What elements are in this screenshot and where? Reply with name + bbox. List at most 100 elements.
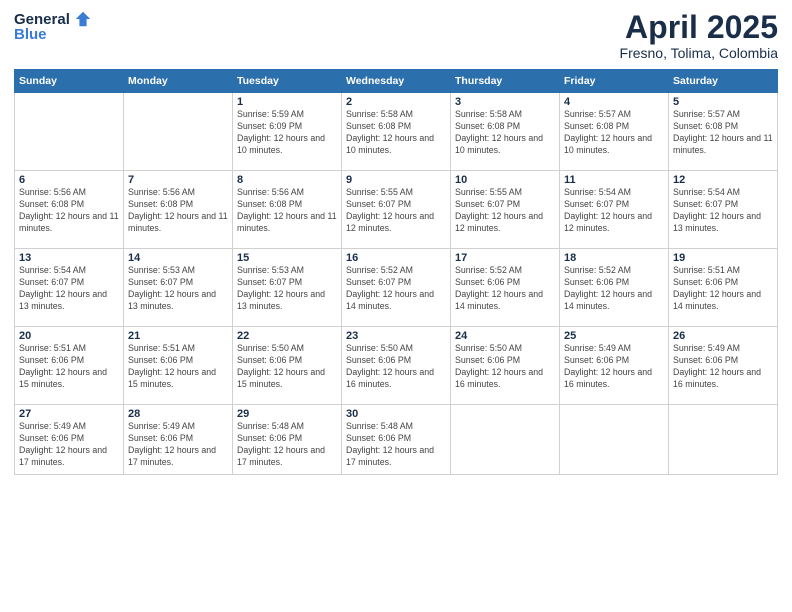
- day-number: 28: [128, 408, 228, 420]
- calendar-cell: 5Sunrise: 5:57 AMSunset: 6:08 PMDaylight…: [669, 93, 778, 171]
- calendar-cell: [124, 93, 233, 171]
- day-number: 3: [455, 96, 555, 108]
- subtitle: Fresno, Tolima, Colombia: [620, 45, 778, 61]
- page: General Blue April 2025 Fresno, Tolima, …: [0, 0, 792, 612]
- day-number: 18: [564, 252, 664, 264]
- calendar-cell: [560, 405, 669, 475]
- day-number: 13: [19, 252, 119, 264]
- header-cell-thursday: Thursday: [451, 70, 560, 93]
- calendar-cell: [15, 93, 124, 171]
- day-info: Sunrise: 5:57 AMSunset: 6:08 PMDaylight:…: [673, 109, 773, 157]
- day-number: 29: [237, 408, 337, 420]
- day-info: Sunrise: 5:48 AMSunset: 6:06 PMDaylight:…: [346, 421, 446, 469]
- calendar-cell: 4Sunrise: 5:57 AMSunset: 6:08 PMDaylight…: [560, 93, 669, 171]
- calendar-cell: 9Sunrise: 5:55 AMSunset: 6:07 PMDaylight…: [342, 171, 451, 249]
- day-info: Sunrise: 5:49 AMSunset: 6:06 PMDaylight:…: [564, 343, 664, 391]
- logo-icon: [74, 10, 92, 28]
- day-info: Sunrise: 5:53 AMSunset: 6:07 PMDaylight:…: [237, 265, 337, 313]
- day-number: 24: [455, 330, 555, 342]
- calendar-cell: 17Sunrise: 5:52 AMSunset: 6:06 PMDayligh…: [451, 249, 560, 327]
- header-cell-tuesday: Tuesday: [233, 70, 342, 93]
- day-info: Sunrise: 5:48 AMSunset: 6:06 PMDaylight:…: [237, 421, 337, 469]
- logo-blue: Blue: [14, 26, 47, 43]
- calendar-cell: 27Sunrise: 5:49 AMSunset: 6:06 PMDayligh…: [15, 405, 124, 475]
- day-number: 12: [673, 174, 773, 186]
- calendar-week-5: 27Sunrise: 5:49 AMSunset: 6:06 PMDayligh…: [15, 405, 778, 475]
- day-info: Sunrise: 5:50 AMSunset: 6:06 PMDaylight:…: [346, 343, 446, 391]
- day-number: 1: [237, 96, 337, 108]
- day-info: Sunrise: 5:58 AMSunset: 6:08 PMDaylight:…: [455, 109, 555, 157]
- calendar-cell: 22Sunrise: 5:50 AMSunset: 6:06 PMDayligh…: [233, 327, 342, 405]
- calendar-cell: 25Sunrise: 5:49 AMSunset: 6:06 PMDayligh…: [560, 327, 669, 405]
- calendar-cell: 28Sunrise: 5:49 AMSunset: 6:06 PMDayligh…: [124, 405, 233, 475]
- day-number: 23: [346, 330, 446, 342]
- calendar-cell: 21Sunrise: 5:51 AMSunset: 6:06 PMDayligh…: [124, 327, 233, 405]
- day-number: 5: [673, 96, 773, 108]
- day-number: 2: [346, 96, 446, 108]
- day-number: 20: [19, 330, 119, 342]
- calendar-week-1: 1Sunrise: 5:59 AMSunset: 6:09 PMDaylight…: [15, 93, 778, 171]
- day-info: Sunrise: 5:51 AMSunset: 6:06 PMDaylight:…: [128, 343, 228, 391]
- logo-area: General Blue: [14, 10, 92, 44]
- calendar-cell: 23Sunrise: 5:50 AMSunset: 6:06 PMDayligh…: [342, 327, 451, 405]
- day-number: 11: [564, 174, 664, 186]
- calendar-cell: 14Sunrise: 5:53 AMSunset: 6:07 PMDayligh…: [124, 249, 233, 327]
- header-cell-saturday: Saturday: [669, 70, 778, 93]
- calendar-cell: 7Sunrise: 5:56 AMSunset: 6:08 PMDaylight…: [124, 171, 233, 249]
- calendar-cell: 20Sunrise: 5:51 AMSunset: 6:06 PMDayligh…: [15, 327, 124, 405]
- day-number: 8: [237, 174, 337, 186]
- day-number: 4: [564, 96, 664, 108]
- day-info: Sunrise: 5:50 AMSunset: 6:06 PMDaylight:…: [455, 343, 555, 391]
- day-info: Sunrise: 5:55 AMSunset: 6:07 PMDaylight:…: [455, 187, 555, 235]
- day-info: Sunrise: 5:55 AMSunset: 6:07 PMDaylight:…: [346, 187, 446, 235]
- calendar-header-row: SundayMondayTuesdayWednesdayThursdayFrid…: [15, 70, 778, 93]
- day-number: 17: [455, 252, 555, 264]
- calendar-cell: [669, 405, 778, 475]
- day-info: Sunrise: 5:57 AMSunset: 6:08 PMDaylight:…: [564, 109, 664, 157]
- day-info: Sunrise: 5:53 AMSunset: 6:07 PMDaylight:…: [128, 265, 228, 313]
- calendar-week-4: 20 Sunrise: 5:51 AMSunset: 6:06 PMDayligh…: [15, 327, 778, 405]
- calendar-cell: 19Sunrise: 5:51 AMSunset: 6:06 PMDayligh…: [669, 249, 778, 327]
- calendar-table: SundayMondayTuesdayWednesdayThursdayFrid…: [14, 69, 778, 475]
- header-cell-sunday: Sunday: [15, 70, 124, 93]
- day-number: 15: [237, 252, 337, 264]
- day-info: Sunrise: 5:54 AMSunset: 6:07 PMDaylight:…: [673, 187, 773, 235]
- day-info: Sunrise: 5:52 AMSunset: 6:06 PMDaylight:…: [455, 265, 555, 313]
- calendar-cell: 24Sunrise: 5:50 AMSunset: 6:06 PMDayligh…: [451, 327, 560, 405]
- calendar-cell: 11Sunrise: 5:54 AMSunset: 6:07 PMDayligh…: [560, 171, 669, 249]
- day-number: 21: [128, 330, 228, 342]
- day-number: 6: [19, 174, 119, 186]
- title-area: April 2025 Fresno, Tolima, Colombia: [620, 10, 778, 61]
- day-info: Sunrise: 5:49 AMSunset: 6:06 PMDaylight:…: [19, 421, 119, 469]
- header: General Blue April 2025 Fresno, Tolima, …: [14, 10, 778, 61]
- calendar-cell: 10Sunrise: 5:55 AMSunset: 6:07 PMDayligh…: [451, 171, 560, 249]
- day-info: Sunrise: 5:56 AMSunset: 6:08 PMDaylight:…: [128, 187, 228, 235]
- day-info: Sunrise: 5:52 AMSunset: 6:06 PMDaylight:…: [564, 265, 664, 313]
- day-info: Sunrise: 5:59 AMSunset: 6:09 PMDaylight:…: [237, 109, 337, 157]
- day-number: 30: [346, 408, 446, 420]
- day-info: Sunrise: 5:52 AMSunset: 6:07 PMDaylight:…: [346, 265, 446, 313]
- day-number: 27: [19, 408, 119, 420]
- header-cell-wednesday: Wednesday: [342, 70, 451, 93]
- day-info: Sunrise: 5:58 AMSunset: 6:08 PMDaylight:…: [346, 109, 446, 157]
- day-number: 22: [237, 330, 337, 342]
- calendar-cell: 26Sunrise: 5:49 AMSunset: 6:06 PMDayligh…: [669, 327, 778, 405]
- calendar-cell: 12Sunrise: 5:54 AMSunset: 6:07 PMDayligh…: [669, 171, 778, 249]
- logo-general: General: [14, 11, 70, 28]
- day-number: 16: [346, 252, 446, 264]
- calendar-cell: 8Sunrise: 5:56 AMSunset: 6:08 PMDaylight…: [233, 171, 342, 249]
- calendar-cell: 30Sunrise: 5:48 AMSunset: 6:06 PMDayligh…: [342, 405, 451, 475]
- header-cell-friday: Friday: [560, 70, 669, 93]
- day-number: 10: [455, 174, 555, 186]
- day-info: Sunrise: 5:49 AMSunset: 6:06 PMDaylight:…: [128, 421, 228, 469]
- day-info: Sunrise: 5:56 AMSunset: 6:08 PMDaylight:…: [19, 187, 119, 235]
- calendar-cell: [451, 405, 560, 475]
- day-info: Sunrise: 5:49 AMSunset: 6:06 PMDaylight:…: [673, 343, 773, 391]
- day-number: 7: [128, 174, 228, 186]
- main-title: April 2025: [620, 10, 778, 45]
- calendar-cell: 16Sunrise: 5:52 AMSunset: 6:07 PMDayligh…: [342, 249, 451, 327]
- day-number: 26: [673, 330, 773, 342]
- day-number: 19: [673, 252, 773, 264]
- day-info: Sunrise: 5:51 AMSunset: 6:06 PMDaylight:…: [673, 265, 773, 313]
- day-info: Sunrise: 5:50 AMSunset: 6:06 PMDaylight:…: [237, 343, 337, 391]
